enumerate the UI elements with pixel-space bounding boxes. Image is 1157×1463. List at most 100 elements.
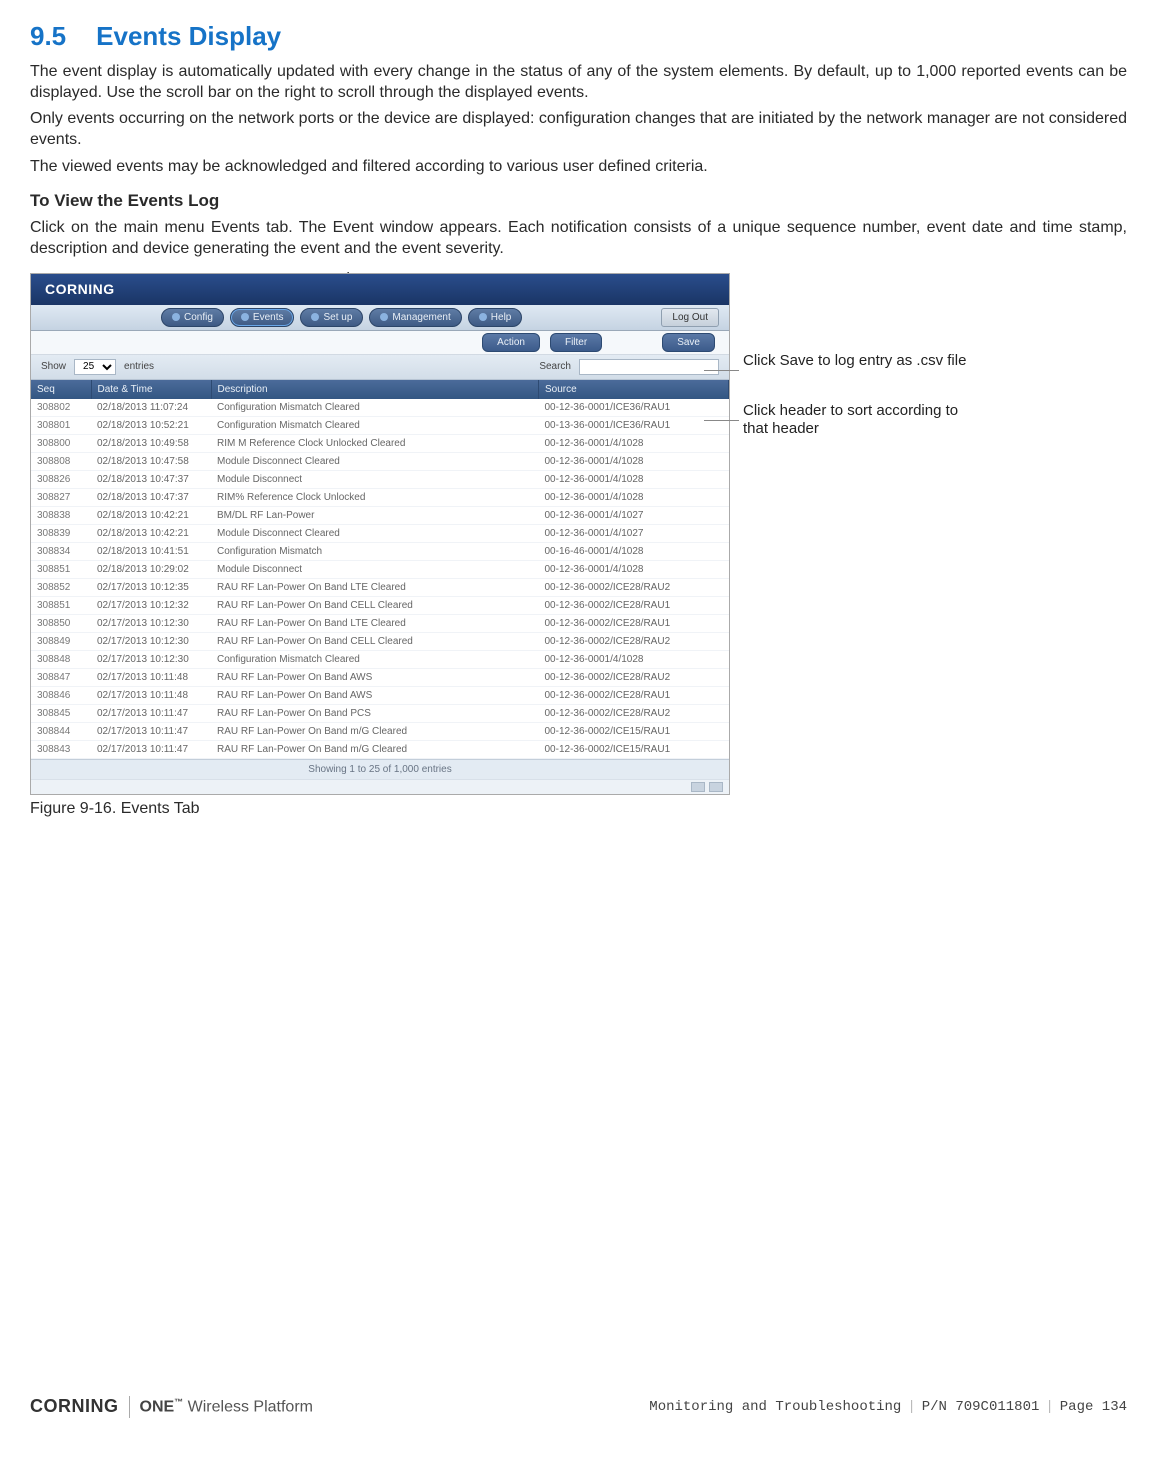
sub-paragraph: Click on the main menu Events tab. The E… (30, 218, 1127, 260)
table-row[interactable]: 30883802/18/2013 10:42:21BM/DL RF Lan-Po… (31, 506, 729, 524)
table-cell: 02/17/2013 10:11:47 (91, 722, 211, 740)
tab-icon (241, 313, 249, 321)
app-title-bar: CORNING (31, 274, 729, 304)
table-cell: 308801 (31, 416, 91, 434)
table-row[interactable]: 30880002/18/2013 10:49:58RIM M Reference… (31, 434, 729, 452)
table-row[interactable]: 30883402/18/2013 10:41:51Configuration M… (31, 542, 729, 560)
footer-sep-2: | (1045, 1398, 1053, 1416)
tab-management[interactable]: Management (369, 308, 461, 327)
save-button[interactable]: Save (662, 333, 715, 352)
footer-platform-rest: Wireless Platform (188, 1398, 313, 1415)
tab-icon (172, 313, 180, 321)
table-cell: 00-12-36-0002/ICE28/RAU1 (539, 686, 729, 704)
tab-events[interactable]: Events (230, 308, 295, 327)
table-row[interactable]: 30882602/18/2013 10:47:37Module Disconne… (31, 470, 729, 488)
action-button[interactable]: Action (482, 333, 540, 352)
table-cell: 308848 (31, 650, 91, 668)
table-cell: 02/17/2013 10:12:30 (91, 650, 211, 668)
table-row[interactable]: 30885102/18/2013 10:29:02Module Disconne… (31, 560, 729, 578)
scroll-right-icon[interactable] (709, 782, 723, 792)
table-cell: Module Disconnect Cleared (211, 524, 539, 542)
table-row[interactable]: 30880102/18/2013 10:52:21Configuration M… (31, 416, 729, 434)
table-cell: 00-12-36-0001/4/1028 (539, 452, 729, 470)
table-row[interactable]: 30884702/17/2013 10:11:48RAU RF Lan-Powe… (31, 668, 729, 686)
table-cell: 308826 (31, 470, 91, 488)
table-row[interactable]: 30883902/18/2013 10:42:21Module Disconne… (31, 524, 729, 542)
table-cell: 02/18/2013 10:42:21 (91, 524, 211, 542)
table-cell: Configuration Mismatch Cleared (211, 399, 539, 417)
table-cell: RAU RF Lan-Power On Band LTE Cleared (211, 614, 539, 632)
table-cell: 00-12-36-0001/4/1028 (539, 434, 729, 452)
footer-brand-block: CORNING ONE™ Wireless Platform (30, 1395, 313, 1418)
tab-setup[interactable]: Set up (300, 308, 363, 327)
scroll-bar-end (31, 779, 729, 794)
table-row[interactable]: 30880202/18/2013 11:07:24Configuration M… (31, 399, 729, 417)
logout-button[interactable]: Log Out (661, 308, 719, 327)
table-cell: 308834 (31, 542, 91, 560)
table-cell: 02/18/2013 10:41:51 (91, 542, 211, 560)
status-footer: Showing 1 to 25 of 1,000 entries (31, 759, 729, 779)
table-row[interactable]: 30885002/17/2013 10:12:30RAU RF Lan-Powe… (31, 614, 729, 632)
table-cell: 00-12-36-0001/ICE36/RAU1 (539, 399, 729, 417)
table-row[interactable]: 30884802/17/2013 10:12:30Configuration M… (31, 650, 729, 668)
footer-one: ONE (140, 1398, 175, 1415)
filter-button[interactable]: Filter (550, 333, 602, 352)
show-count-select[interactable]: 25 (74, 359, 116, 375)
table-cell: 02/17/2013 10:11:48 (91, 686, 211, 704)
events-table: Seq Date & Time Description Source 30880… (31, 380, 729, 759)
tab-icon (479, 313, 487, 321)
table-cell: Configuration Mismatch Cleared (211, 650, 539, 668)
section-title: 9.5 Events Display (30, 20, 1127, 54)
footer-pn: P/N 709C011801 (922, 1398, 1040, 1416)
table-row[interactable]: 30880802/18/2013 10:47:58Module Disconne… (31, 452, 729, 470)
footer-corning-logo: CORNING (30, 1395, 119, 1418)
table-cell: 00-12-36-0002/ICE15/RAU1 (539, 722, 729, 740)
table-row[interactable]: 30885202/17/2013 10:12:35RAU RF Lan-Powe… (31, 578, 729, 596)
body-paragraph-3: The viewed events may be acknowledged an… (30, 157, 1127, 178)
table-row[interactable]: 30884502/17/2013 10:11:47RAU RF Lan-Powe… (31, 704, 729, 722)
table-cell: RAU RF Lan-Power On Band AWS (211, 686, 539, 704)
scroll-left-icon[interactable] (691, 782, 705, 792)
table-cell: RAU RF Lan-Power On Band m/G Cleared (211, 722, 539, 740)
table-cell: RAU RF Lan-Power On Band CELL Cleared (211, 632, 539, 650)
tab-help[interactable]: Help (468, 308, 523, 327)
table-cell: 02/17/2013 10:11:47 (91, 740, 211, 758)
table-cell: 02/18/2013 11:07:24 (91, 399, 211, 417)
section-number: 9.5 (30, 21, 66, 51)
table-cell: 00-12-36-0002/ICE15/RAU1 (539, 740, 729, 758)
main-tab-bar: Config Events Set up Management Help Log… (31, 305, 729, 331)
table-cell: 02/17/2013 10:12:30 (91, 632, 211, 650)
table-cell: 308827 (31, 488, 91, 506)
table-row[interactable]: 30884302/17/2013 10:11:47RAU RF Lan-Powe… (31, 740, 729, 758)
tab-label: Management (392, 311, 450, 324)
table-row[interactable]: 30885102/17/2013 10:12:32RAU RF Lan-Powe… (31, 596, 729, 614)
table-row[interactable]: 30884902/17/2013 10:12:30RAU RF Lan-Powe… (31, 632, 729, 650)
table-cell: 308852 (31, 578, 91, 596)
page-footer: CORNING ONE™ Wireless Platform Monitorin… (30, 1395, 1127, 1418)
table-cell: 308849 (31, 632, 91, 650)
section-heading-text: Events Display (96, 21, 281, 51)
tab-icon (311, 313, 319, 321)
col-description[interactable]: Description (211, 380, 539, 399)
tab-label: Help (491, 311, 512, 324)
col-datetime[interactable]: Date & Time (91, 380, 211, 399)
col-source[interactable]: Source (539, 380, 729, 399)
table-cell: 308845 (31, 704, 91, 722)
table-cell: 02/18/2013 10:49:58 (91, 434, 211, 452)
table-row[interactable]: 30882702/18/2013 10:47:37RIM% Reference … (31, 488, 729, 506)
table-cell: RAU RF Lan-Power On Band LTE Cleared (211, 578, 539, 596)
table-cell: 308851 (31, 560, 91, 578)
table-cell: 308839 (31, 524, 91, 542)
table-row[interactable]: 30884402/17/2013 10:11:47RAU RF Lan-Powe… (31, 722, 729, 740)
table-cell: 02/18/2013 10:29:02 (91, 560, 211, 578)
table-row[interactable]: 30884602/17/2013 10:11:48RAU RF Lan-Powe… (31, 686, 729, 704)
col-seq[interactable]: Seq (31, 380, 91, 399)
table-cell: RAU RF Lan-Power On Band AWS (211, 668, 539, 686)
table-cell: 02/17/2013 10:12:32 (91, 596, 211, 614)
table-cell: 308808 (31, 452, 91, 470)
tab-config[interactable]: Config (161, 308, 224, 327)
table-cell: 308802 (31, 399, 91, 417)
footer-platform-name: ONE™ Wireless Platform (140, 1397, 313, 1418)
callout-line-save (704, 370, 739, 371)
search-input[interactable] (579, 359, 719, 375)
